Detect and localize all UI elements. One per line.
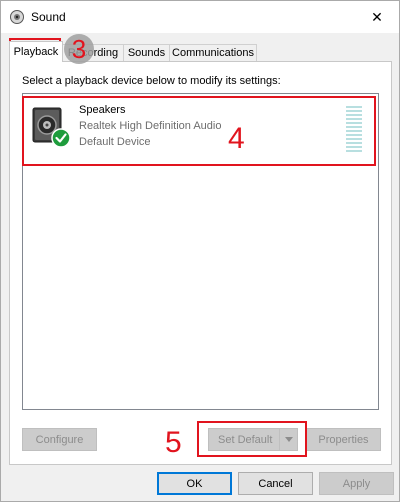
close-icon: ✕: [371, 8, 383, 25]
annotation-step-5: 5: [165, 426, 182, 459]
tab-communications[interactable]: Communications: [169, 44, 257, 61]
annotation-step-3: 3: [64, 34, 94, 64]
instruction-text: Select a playback device below to modify…: [22, 75, 281, 87]
annotation-box-device: [22, 96, 376, 166]
close-button[interactable]: ✕: [355, 1, 399, 33]
title-bar: Sound ✕: [1, 1, 399, 33]
ok-button[interactable]: OK: [157, 472, 232, 495]
apply-button[interactable]: Apply: [319, 472, 394, 495]
configure-button[interactable]: Configure: [22, 428, 97, 451]
tab-sounds[interactable]: Sounds: [123, 44, 170, 61]
cancel-button[interactable]: Cancel: [238, 472, 313, 495]
properties-button[interactable]: Properties: [306, 428, 381, 451]
window-title: Sound: [31, 10, 66, 24]
annotation-step-4: 4: [228, 122, 245, 155]
speaker-app-icon: [10, 10, 24, 24]
annotation-box-set-default: [197, 421, 307, 457]
tab-playback[interactable]: Playback: [9, 41, 63, 62]
